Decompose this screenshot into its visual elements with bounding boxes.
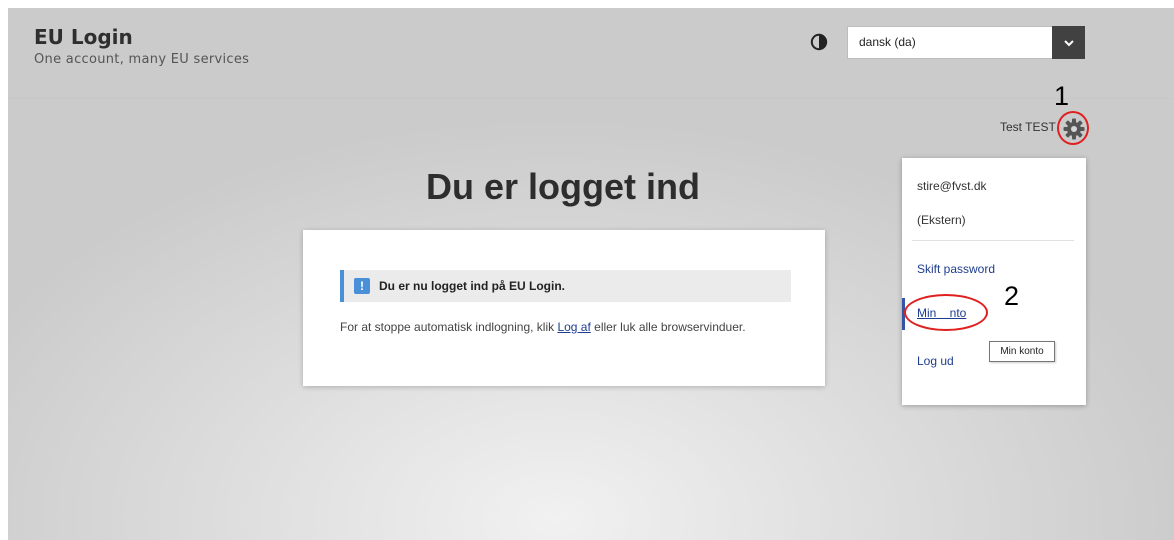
menu-item-logout[interactable]: Log ud xyxy=(917,354,954,368)
menu-item-change-password[interactable]: Skift password xyxy=(917,262,995,276)
app-subtitle: One account, many EU services xyxy=(34,52,250,67)
menu-divider xyxy=(912,240,1074,241)
annotation-step-1-number: 1 xyxy=(1054,81,1070,111)
language-select[interactable]: dansk (da) xyxy=(847,26,1085,59)
header: EU Login One account, many EU services d… xyxy=(8,8,1174,99)
info-text-end: eller luk alle browservinduer. xyxy=(590,320,746,334)
info-icon: ! xyxy=(354,278,370,294)
contrast-icon[interactable] xyxy=(810,33,828,51)
logout-link[interactable]: Log af xyxy=(557,320,590,334)
annotation-circle-step-1 xyxy=(1057,111,1089,145)
user-email: stire@fvst.dk xyxy=(917,179,987,193)
language-select-button[interactable] xyxy=(1052,26,1085,59)
annotation-step-2-number: 2 xyxy=(1004,281,1020,311)
language-select-value: dansk (da) xyxy=(859,35,916,49)
user-menu-dropdown: stire@fvst.dk (Ekstern) Skift password M… xyxy=(902,158,1086,405)
notice-text: Du er nu logget ind på EU Login. xyxy=(379,279,565,293)
annotation-circle-step-2 xyxy=(904,294,988,331)
info-text-start: For at stoppe automatisk indlogning, kli… xyxy=(340,320,558,334)
user-name: Test TEST xyxy=(1000,120,1056,134)
page-title: Du er logget ind xyxy=(426,166,700,207)
info-text: For at stoppe automatisk indlogning, kli… xyxy=(340,320,746,334)
tooltip-my-account: Min konto xyxy=(989,341,1055,362)
message-card: ! Du er nu logget ind på EU Login. For a… xyxy=(303,230,825,386)
page: EU Login One account, many EU services d… xyxy=(8,8,1174,540)
app-title: EU Login xyxy=(34,25,133,49)
notice-box: ! Du er nu logget ind på EU Login. xyxy=(340,270,791,302)
user-type: (Ekstern) xyxy=(917,213,966,227)
chevron-down-icon xyxy=(1063,39,1074,46)
